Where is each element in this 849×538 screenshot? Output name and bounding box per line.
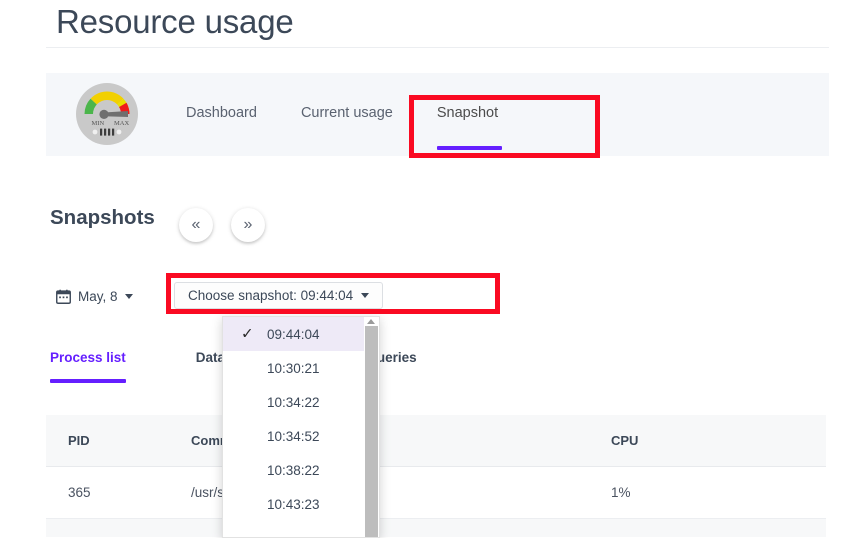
chevron-down-icon (124, 293, 133, 299)
main-tab-panel: MIN MAX Dashboard Current usage Snapshot (46, 73, 829, 156)
choose-snapshot-label: Choose snapshot: 09:44:04 (188, 288, 354, 303)
dropdown-item-1[interactable]: 10:30:21 (223, 351, 379, 385)
dropdown-item-5-label: 10:43:23 (267, 496, 320, 512)
main-tabs: Dashboard Current usage Snapshot (164, 73, 520, 156)
table-row[interactable]: 365 /usr/sbin/httpd -k start 1% (46, 467, 826, 519)
column-header-cpu: CPU (611, 433, 639, 448)
snapshots-next-button[interactable]: » (231, 208, 265, 242)
inner-tab-active-underline (50, 379, 126, 383)
tab-snapshot-active-underline (436, 146, 502, 150)
cell-cpu: 1% (611, 485, 631, 500)
tab-current-usage[interactable]: Current usage (279, 73, 415, 156)
speedometer-gauge-icon: MIN MAX (76, 83, 138, 145)
process-list-table: PID Command CPU 365 /usr/sbin/httpd -k s… (46, 415, 826, 537)
cell-pid: 365 (68, 485, 91, 500)
inner-tab-process-list[interactable]: Process list (50, 350, 196, 389)
dropdown-item-3-label: 10:34:52 (267, 428, 320, 444)
calendar-icon (56, 289, 71, 304)
dropdown-item-2[interactable]: 10:34:22 (223, 385, 379, 419)
choose-snapshot-button[interactable]: Choose snapshot: 09:44:04 (174, 282, 384, 309)
snapshots-heading: Snapshots (50, 206, 155, 229)
scrollbar-thumb[interactable] (365, 326, 378, 537)
check-icon: ✓ (241, 325, 254, 343)
snapshots-prev-button[interactable]: « (179, 208, 213, 242)
tab-dashboard-label: Dashboard (186, 105, 257, 121)
dropdown-item-2-label: 10:34:22 (267, 394, 320, 410)
column-header-pid: PID (68, 433, 90, 448)
dropdown-scrollbar[interactable] (364, 317, 379, 537)
tab-current-usage-label: Current usage (300, 105, 393, 121)
dropdown-item-0-label: 09:44:04 (267, 326, 320, 342)
table-header-row: PID Command CPU (46, 415, 826, 467)
dropdown-item-4[interactable]: 10:38:22 (223, 453, 379, 487)
table-row-partial (46, 519, 826, 537)
date-picker[interactable]: May, 8 (56, 283, 133, 309)
dropdown-item-4-label: 10:38:22 (267, 462, 320, 478)
scroll-up-arrow-icon[interactable] (367, 319, 375, 324)
chevron-down-icon (361, 293, 370, 298)
date-picker-value: May, 8 (78, 288, 118, 304)
snapshot-dropdown-menu[interactable]: ✓ 09:44:04 10:30:21 10:34:22 10:34:52 10… (222, 316, 380, 538)
inner-tab-process-list-label: Process list (50, 350, 126, 365)
resource-usage-page: Resource usage MIN MAX Dashboard Current… (0, 0, 849, 538)
dropdown-item-0[interactable]: ✓ 09:44:04 (223, 317, 379, 351)
dropdown-item-5[interactable]: 10:43:23 (223, 487, 379, 521)
dropdown-item-1-label: 10:30:21 (267, 360, 320, 376)
title-divider (46, 47, 829, 48)
page-title: Resource usage (56, 3, 294, 40)
svg-text:MAX: MAX (114, 120, 129, 127)
svg-text:MIN: MIN (92, 120, 105, 127)
dropdown-item-3[interactable]: 10:34:52 (223, 419, 379, 453)
tab-snapshot[interactable]: Snapshot (415, 73, 520, 156)
tab-snapshot-label: Snapshot (436, 105, 499, 121)
tab-dashboard[interactable]: Dashboard (164, 73, 279, 156)
